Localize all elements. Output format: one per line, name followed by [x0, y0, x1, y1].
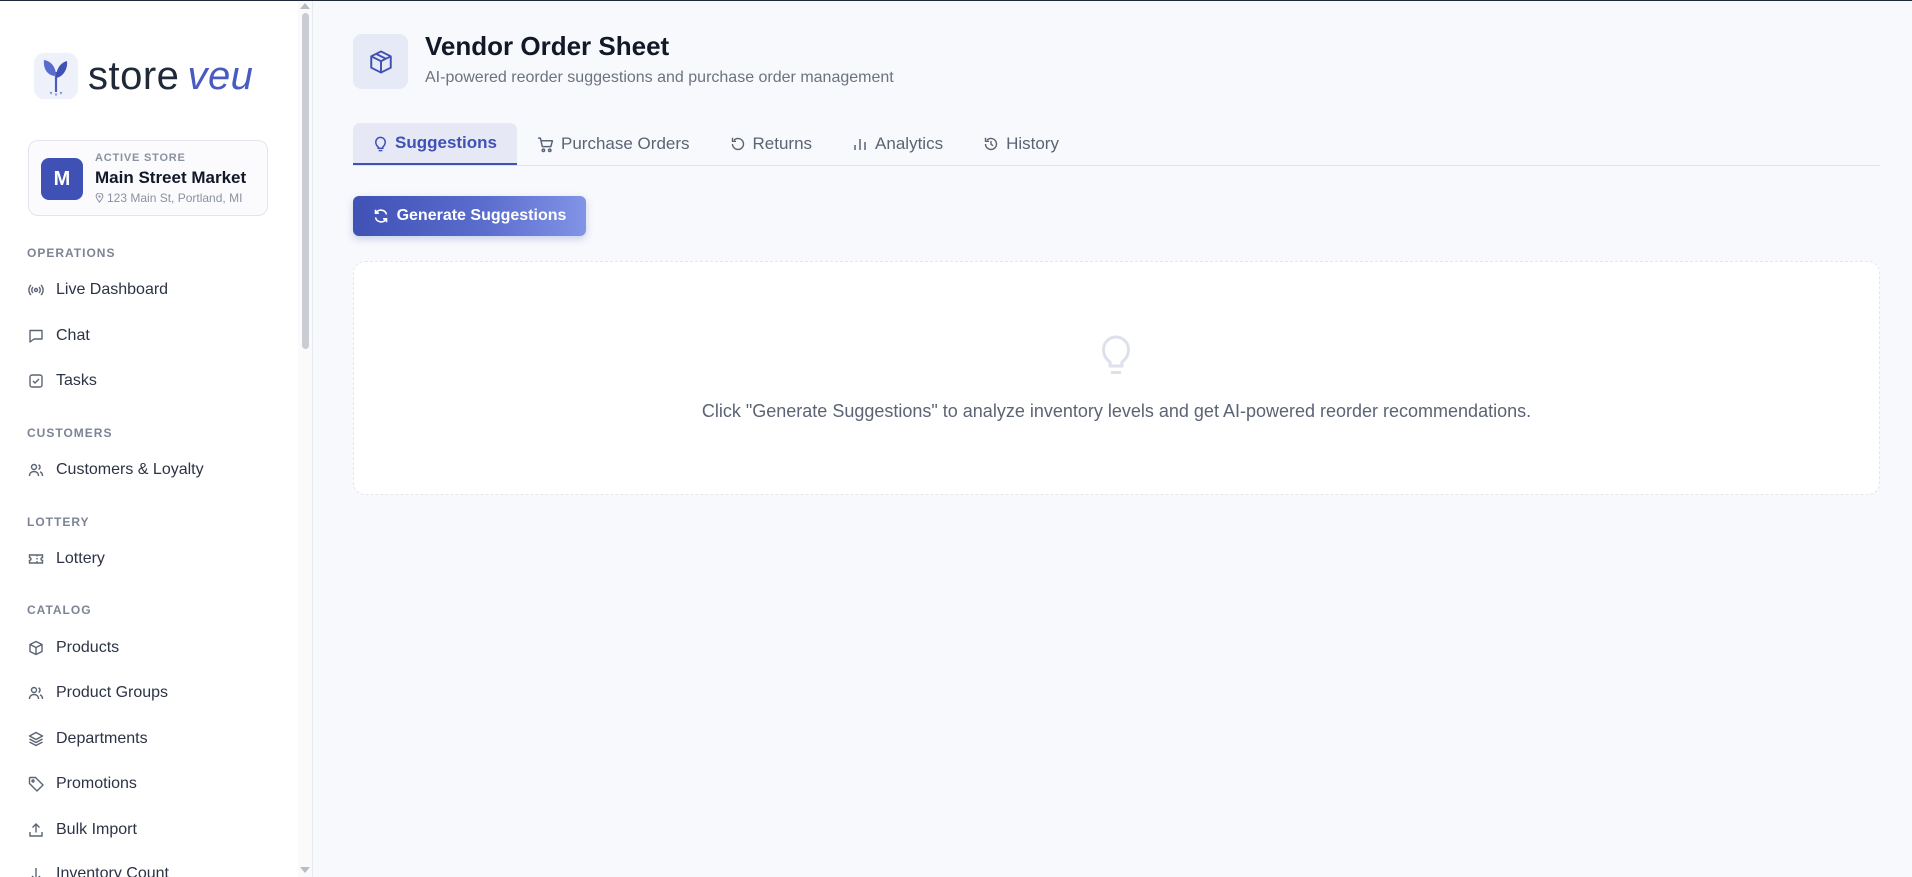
- sidebar-item-tasks[interactable]: Tasks: [28, 364, 290, 398]
- active-store-card[interactable]: M ACTIVE STORE Main Street Market 123 Ma…: [28, 140, 268, 216]
- sidebar-item-product-groups[interactable]: Product Groups: [28, 676, 290, 710]
- sidebar-item-departments[interactable]: Departments: [28, 722, 290, 756]
- generate-suggestions-button[interactable]: Generate Suggestions: [353, 196, 586, 236]
- ticket-icon: [28, 551, 44, 567]
- tag-icon: [28, 776, 44, 792]
- sidebar-item-label: Promotions: [56, 775, 137, 792]
- tab-label: Purchase Orders: [561, 134, 690, 153]
- sidebar-item-label: Live Dashboard: [56, 281, 169, 298]
- tab-bar: Suggestions Purchase Orders Returns Anal…: [353, 123, 1880, 166]
- tab-label: Returns: [752, 134, 813, 153]
- sidebar-item-inventory-count[interactable]: Inventory Count: [28, 857, 290, 877]
- sprout-icon: [34, 53, 78, 99]
- rotate-ccw-icon: [730, 136, 746, 152]
- sidebar-item-label: Tasks: [56, 372, 97, 389]
- brand-name-accent: veu: [187, 53, 254, 98]
- tab-label: Suggestions: [395, 133, 498, 152]
- sidebar-item-label: Inventory Count: [56, 865, 169, 877]
- sidebar-item-label: Bulk Import: [56, 821, 137, 838]
- box-icon: [28, 640, 44, 656]
- users-icon: [28, 685, 44, 701]
- store-kicker: ACTIVE STORE: [95, 152, 186, 164]
- brand-name: store veu: [88, 54, 253, 99]
- sidebar-item-label: Chat: [56, 327, 90, 344]
- history-icon: [983, 136, 999, 152]
- scroll-up-arrow-icon[interactable]: [300, 3, 310, 9]
- clipboard-icon: [28, 866, 44, 877]
- empty-state-message: Click "Generate Suggestions" to analyze …: [701, 401, 1532, 421]
- tab-suggestions[interactable]: Suggestions: [353, 123, 518, 165]
- brand-logo[interactable]: store veu: [34, 51, 253, 101]
- tab-analytics[interactable]: Analytics: [832, 123, 963, 165]
- tab-label: Analytics: [875, 134, 944, 153]
- sidebar-item-label: Products: [56, 639, 120, 656]
- sidebar-item-lottery[interactable]: Lottery: [28, 542, 290, 576]
- users-icon: [28, 462, 44, 478]
- store-address: 123 Main St, Portland, MI: [95, 191, 242, 205]
- scroll-down-arrow-icon[interactable]: [300, 867, 310, 873]
- sidebar-item-products[interactable]: Products: [28, 631, 290, 665]
- sidebar-scrollbar-thumb[interactable]: [302, 13, 309, 349]
- box-icon: [353, 34, 408, 89]
- generate-suggestions-label: Generate Suggestions: [396, 207, 567, 224]
- tab-history[interactable]: History: [963, 123, 1079, 165]
- section-customers: CUSTOMERS: [27, 426, 113, 440]
- checkbox-icon: [28, 373, 44, 389]
- sidebar-item-live-dashboard[interactable]: Live Dashboard: [28, 273, 290, 307]
- broadcast-icon: [28, 282, 44, 298]
- layers-icon: [28, 731, 44, 747]
- empty-state-panel: Click "Generate Suggestions" to analyze …: [353, 261, 1880, 495]
- store-address-text: 123 Main St, Portland, MI: [107, 191, 243, 205]
- upload-icon: [28, 822, 44, 838]
- sidebar-item-label: Departments: [56, 730, 148, 747]
- brand-name-main: store: [88, 53, 180, 98]
- sidebar-item-label: Product Groups: [56, 684, 169, 701]
- chat-icon: [28, 328, 44, 344]
- store-avatar: M: [41, 158, 83, 200]
- refresh-icon: [373, 208, 389, 224]
- sidebar-item-label: Lottery: [56, 550, 105, 567]
- lightbulb-icon: [1099, 332, 1133, 376]
- tab-returns[interactable]: Returns: [710, 123, 833, 165]
- sidebar-item-customers-loyalty[interactable]: Customers & Loyalty: [28, 453, 290, 487]
- sidebar: store veu M ACTIVE STORE Main Street Mark…: [0, 1, 313, 877]
- section-operations: OPERATIONS: [27, 246, 116, 260]
- tab-label: History: [1006, 134, 1059, 153]
- lightbulb-icon: [373, 135, 388, 152]
- page-subtitle: AI-powered reorder suggestions and purch…: [425, 69, 894, 86]
- section-lottery: LOTTERY: [27, 515, 90, 529]
- pin-icon: [95, 193, 104, 203]
- sidebar-item-promotions[interactable]: Promotions: [28, 767, 290, 801]
- sidebar-item-bulk-import[interactable]: Bulk Import: [28, 813, 290, 847]
- store-name: Main Street Market: [95, 168, 247, 187]
- page-title: Vendor Order Sheet: [425, 31, 670, 61]
- sidebar-item-chat[interactable]: Chat: [28, 319, 290, 353]
- tab-purchase-orders[interactable]: Purchase Orders: [517, 123, 710, 165]
- bar-chart-icon: [852, 136, 868, 152]
- cart-icon: [537, 136, 554, 153]
- section-catalog: CATALOG: [27, 603, 92, 617]
- sidebar-item-label: Customers & Loyalty: [56, 461, 204, 478]
